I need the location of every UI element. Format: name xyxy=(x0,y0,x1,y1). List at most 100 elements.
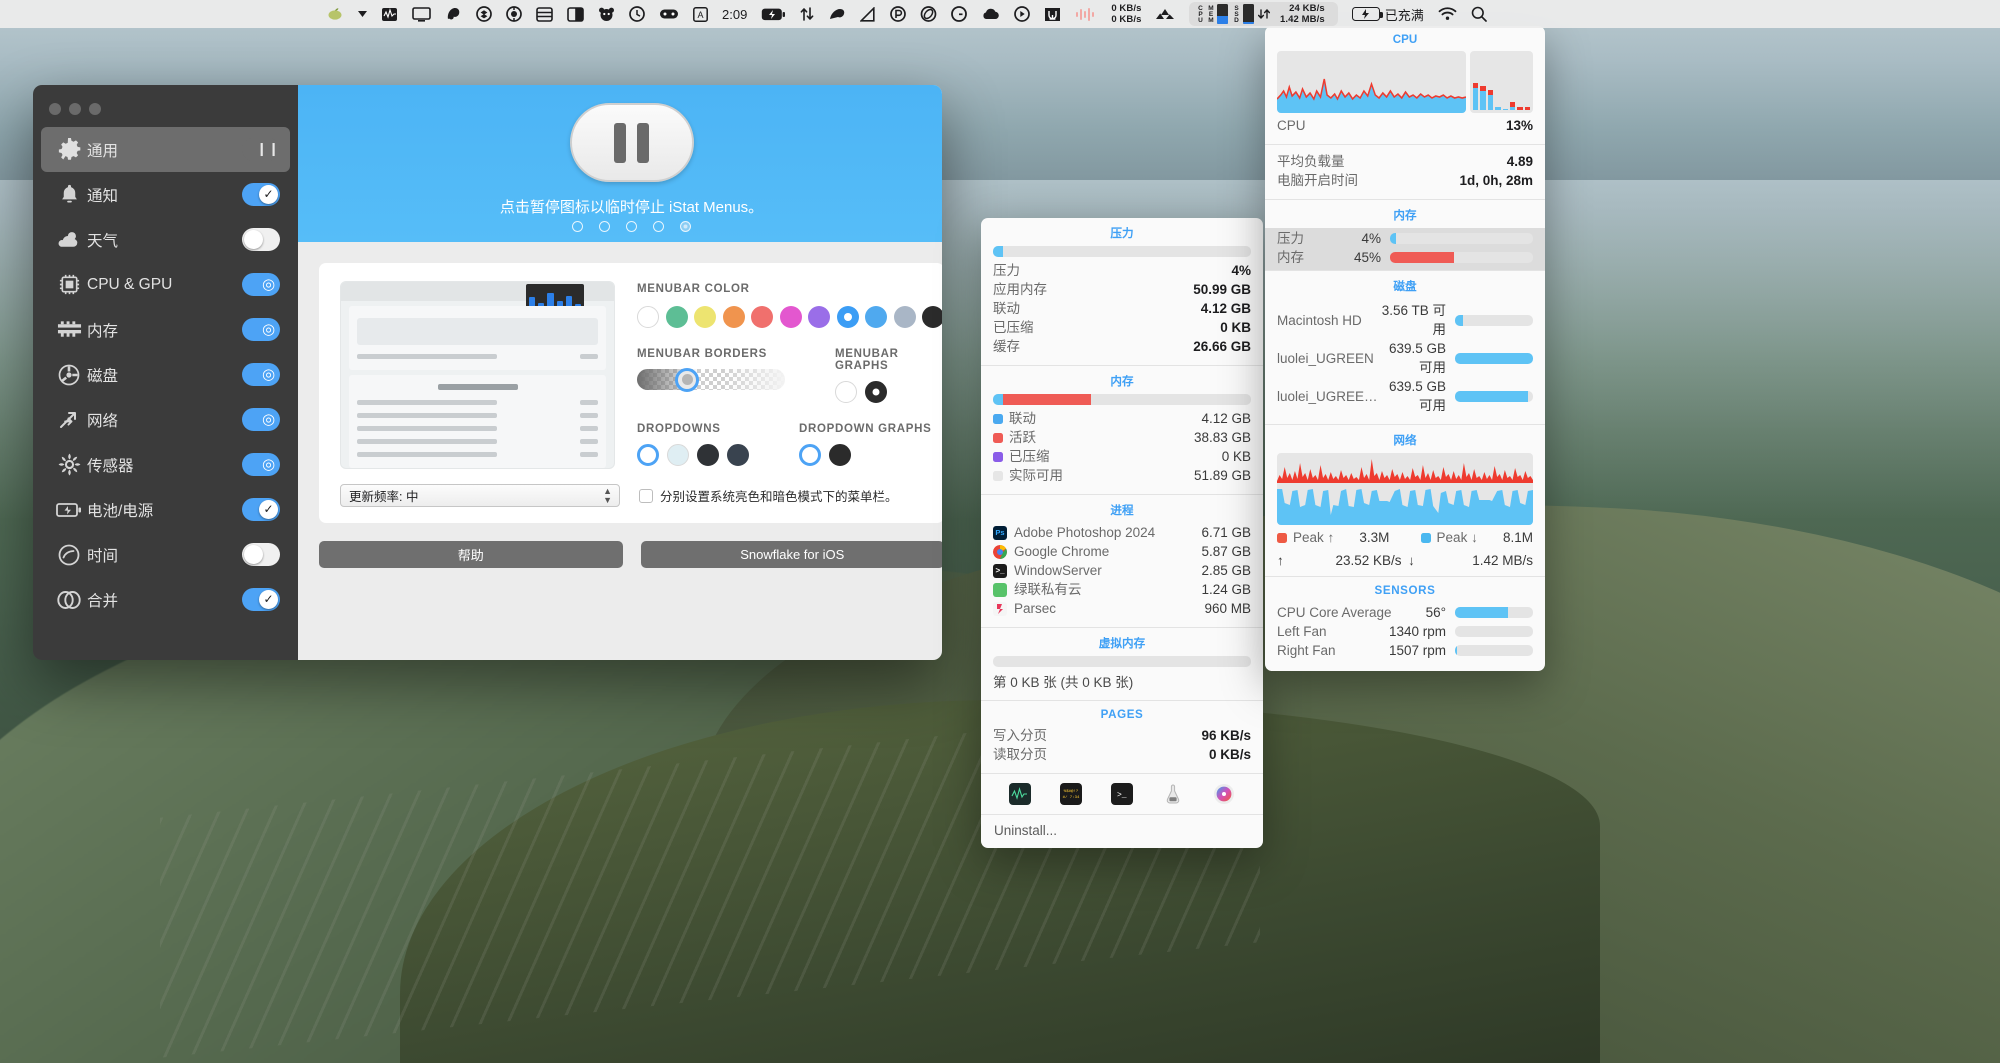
sidebar-item-weather[interactable]: 天气 xyxy=(41,217,290,262)
search-icon[interactable] xyxy=(1464,0,1494,28)
process-row[interactable]: 绿联私有云 1.24 GB xyxy=(993,580,1251,599)
sidebar-item-merge[interactable]: 合并 ✓ xyxy=(41,577,290,622)
color-swatch-lightblue[interactable] xyxy=(865,306,887,328)
toggle-memory[interactable]: ◎ xyxy=(242,318,280,341)
toggle-notifications[interactable]: ✓ xyxy=(242,183,280,206)
toggle-weather[interactable] xyxy=(242,228,280,251)
quick-app-launcher[interactable]: %$#@!? #/ 7:34 >_ xyxy=(981,774,1263,814)
close-button[interactable] xyxy=(49,103,61,115)
process-row[interactable]: >_ WindowServer 2.85 GB xyxy=(993,561,1251,580)
process-row[interactable]: Parsec 960 MB xyxy=(993,599,1251,618)
mu-box-icon[interactable] xyxy=(1037,0,1068,28)
play-circle-icon[interactable] xyxy=(1007,0,1037,28)
screenshot-icon[interactable]: A xyxy=(686,0,715,28)
chevron-down-icon[interactable] xyxy=(351,0,374,28)
color-swatch-yellow[interactable] xyxy=(694,306,716,328)
hero-dot-1[interactable] xyxy=(572,221,583,232)
pause-toggle-general[interactable]: ❙❙ xyxy=(242,138,280,161)
dropdown-navy[interactable] xyxy=(727,444,749,466)
audio-waveform-icon[interactable] xyxy=(1068,0,1104,28)
sidebar-item-cpu-gpu[interactable]: CPU & GPU ◎ xyxy=(41,262,290,307)
color-swatch-red[interactable] xyxy=(751,306,773,328)
dropdown-dark[interactable] xyxy=(697,444,719,466)
game-controller-icon[interactable] xyxy=(652,0,686,28)
help-button[interactable]: 帮助 xyxy=(319,541,623,568)
bartender-icon[interactable] xyxy=(499,0,529,28)
uninstall-menu-item[interactable]: Uninstall... xyxy=(981,815,1263,848)
activity-monitor-icon[interactable] xyxy=(374,0,405,28)
split-view-icon[interactable] xyxy=(560,0,591,28)
separate-modes-checkbox-row[interactable]: 分别设置系统亮色和暗色模式下的菜单栏。 xyxy=(639,486,898,505)
toggle-disk[interactable]: ◎ xyxy=(242,363,280,386)
menubar-graph-black-selected[interactable] xyxy=(865,381,887,403)
color-swatch-orange[interactable] xyxy=(722,306,745,328)
color-swatch-green[interactable] xyxy=(665,306,688,328)
display-icon[interactable] xyxy=(405,0,438,28)
keka-icon[interactable] xyxy=(821,0,853,28)
snowflake-ios-button[interactable]: Snowflake for iOS xyxy=(640,541,942,568)
sketch-icon[interactable] xyxy=(853,0,883,28)
color-swatch-gray[interactable] xyxy=(893,306,916,328)
dropdown-graph-white-selected[interactable] xyxy=(799,444,821,466)
toggle-merge[interactable]: ✓ xyxy=(242,588,280,611)
color-swatch-blue-selected[interactable] xyxy=(836,306,859,328)
slider-knob[interactable] xyxy=(675,367,699,392)
menubar-color-swatches[interactable] xyxy=(637,306,942,328)
bear-icon[interactable] xyxy=(591,0,622,28)
separate-modes-checkbox[interactable] xyxy=(639,488,653,503)
sidebar-item-notifications[interactable]: 通知 ✓ xyxy=(41,172,290,217)
paddle-icon[interactable] xyxy=(883,0,913,28)
toggle-time[interactable] xyxy=(242,543,280,566)
hero-page-dots[interactable] xyxy=(572,221,691,232)
dropdown-color-choices[interactable] xyxy=(637,444,749,466)
disk-row[interactable]: luolei_UGREE… 639.5 GB 可用 xyxy=(1277,377,1533,415)
toggle-sensors[interactable]: ◎ xyxy=(242,453,280,476)
sidebar-item-memory[interactable]: 内存 ◎ xyxy=(41,307,290,352)
dropdown-graph-black[interactable] xyxy=(829,444,851,466)
transfer-arrows-icon[interactable] xyxy=(793,0,821,28)
activity-monitor-icon[interactable] xyxy=(1009,783,1032,805)
istat-widget-icon[interactable]: %$#@!? #/ 7:34 xyxy=(1060,783,1083,805)
sidebar-item-battery-power[interactable]: 电池/电源 ✓ xyxy=(41,487,290,532)
wifi-icon[interactable] xyxy=(1431,0,1464,28)
menu-bar[interactable]: A 2:09 0 KB/s 0 KB/s CPU MEM SSD 24 KB/s… xyxy=(0,0,2000,28)
stacks-icon[interactable] xyxy=(529,0,560,28)
disk-row[interactable]: luolei_UGREEN 639.5 GB 可用 xyxy=(1277,339,1533,377)
combined-dropdown-panel[interactable]: CPU CPU 13% 平均负载量 4.89 电脑开启时间 1d, 0h, 28… xyxy=(1265,26,1545,671)
process-row[interactable]: Ps Adobe Photoshop 2024 6.71 GB xyxy=(993,523,1251,542)
hero-dot-4[interactable] xyxy=(653,221,664,232)
toggle-battery-power[interactable]: ✓ xyxy=(242,498,280,521)
sidebar-item-disk[interactable]: 磁盘 ◎ xyxy=(41,352,290,397)
istat-preferences-window[interactable]: 通用 ❙❙ 通知 ✓ 天气 CPU & GPU ◎ 内存 ◎ 磁盘 ◎ 网络 ◎… xyxy=(33,85,942,660)
dropdown-graph-choices[interactable] xyxy=(799,444,932,466)
istat-pill[interactable]: CPU MEM SSD 24 KB/s 1.42 MB/s xyxy=(1189,2,1338,26)
battery-charging-icon[interactable] xyxy=(754,0,793,28)
clock-icon[interactable] xyxy=(622,0,652,28)
hero-dot-5[interactable] xyxy=(680,221,691,232)
window-traffic-lights[interactable] xyxy=(33,93,298,127)
link-icon[interactable] xyxy=(913,0,944,28)
sidebar-item-network[interactable]: 网络 ◎ xyxy=(41,397,290,442)
dropbox-icon[interactable] xyxy=(469,0,499,28)
parallels-icon[interactable] xyxy=(438,0,469,28)
apple-menu-icon[interactable] xyxy=(320,0,351,28)
pause-button-large[interactable] xyxy=(569,103,694,182)
color-swatch-pink[interactable] xyxy=(779,306,802,328)
istat-combined-indicator[interactable]: CPU MEM SSD 24 KB/s 1.42 MB/s xyxy=(1182,0,1344,28)
color-swatch-black[interactable] xyxy=(922,306,942,328)
sidebar-item-time[interactable]: 时间 xyxy=(41,532,290,577)
update-rate-select[interactable]: 更新频率: 中 ▲ ▼ xyxy=(340,484,620,507)
cloud-app-icon[interactable] xyxy=(974,0,1007,28)
disk-utility-icon[interactable] xyxy=(1213,783,1235,805)
disk-row[interactable]: Macintosh HD 3.56 TB 可用 xyxy=(1277,301,1533,339)
minimize-button[interactable] xyxy=(69,103,81,115)
sidebar-item-sensors[interactable]: 传感器 ◎ xyxy=(41,442,290,487)
sidebar-item-general[interactable]: 通用 ❙❙ xyxy=(41,127,290,172)
processes-section[interactable]: Ps Adobe Photoshop 2024 6.71 GB Google Ch… xyxy=(981,523,1263,627)
hero-dot-3[interactable] xyxy=(626,221,637,232)
dropdown-white-selected[interactable] xyxy=(637,444,659,466)
menubar-graphs-choices[interactable] xyxy=(835,381,942,403)
menu-bar-clock[interactable]: 2:09 xyxy=(715,0,754,28)
hero-dot-2[interactable] xyxy=(599,221,610,232)
menubar-graph-white[interactable] xyxy=(835,381,857,403)
